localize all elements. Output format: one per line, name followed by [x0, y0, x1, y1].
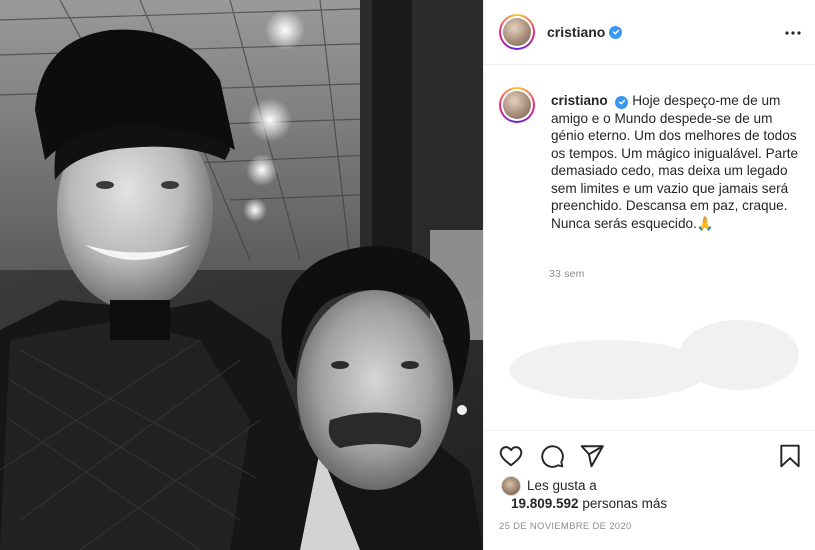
avatar[interactable] [499, 14, 535, 50]
caption-username[interactable]: cristiano [551, 93, 608, 108]
action-bar [484, 430, 815, 474]
share-icon[interactable] [579, 443, 605, 469]
post-photo-art [0, 0, 483, 550]
bookmark-icon[interactable] [777, 443, 803, 469]
verified-badge-icon [609, 25, 623, 39]
header-username[interactable]: cristiano [547, 24, 605, 40]
post-photo[interactable] [0, 0, 483, 550]
post-time[interactable]: 33 sem [549, 268, 585, 280]
post-header: cristiano [484, 0, 815, 65]
likes-count[interactable]: 19.809.592 [511, 496, 579, 511]
likes-count-line[interactable]: 19.809.592 personas más [511, 496, 667, 511]
caption-text-block: cristiano Hoje despeço-me de um amigo e … [551, 92, 809, 232]
heart-icon[interactable] [498, 443, 524, 469]
post-details-panel: cristiano cristiano Hoje despeço-me de u… [483, 0, 815, 550]
ghost-background-shape [509, 320, 799, 400]
post-date[interactable]: 25 DE NOVIEMBRE DE 2020 [499, 521, 632, 532]
liker-avatar[interactable] [501, 476, 521, 496]
verified-badge-icon [615, 95, 629, 109]
likes-section: Les gusta a 19.809.592 personas más [499, 476, 809, 516]
likes-label: Les gusta a [527, 478, 597, 493]
caption-text: Hoje despeço-me de um amigo e o Mundo de… [551, 93, 799, 231]
more-options-icon[interactable] [784, 24, 802, 42]
comment-icon[interactable] [539, 443, 565, 469]
caption-avatar[interactable] [499, 87, 535, 123]
likes-suffix[interactable]: personas más [582, 496, 667, 511]
